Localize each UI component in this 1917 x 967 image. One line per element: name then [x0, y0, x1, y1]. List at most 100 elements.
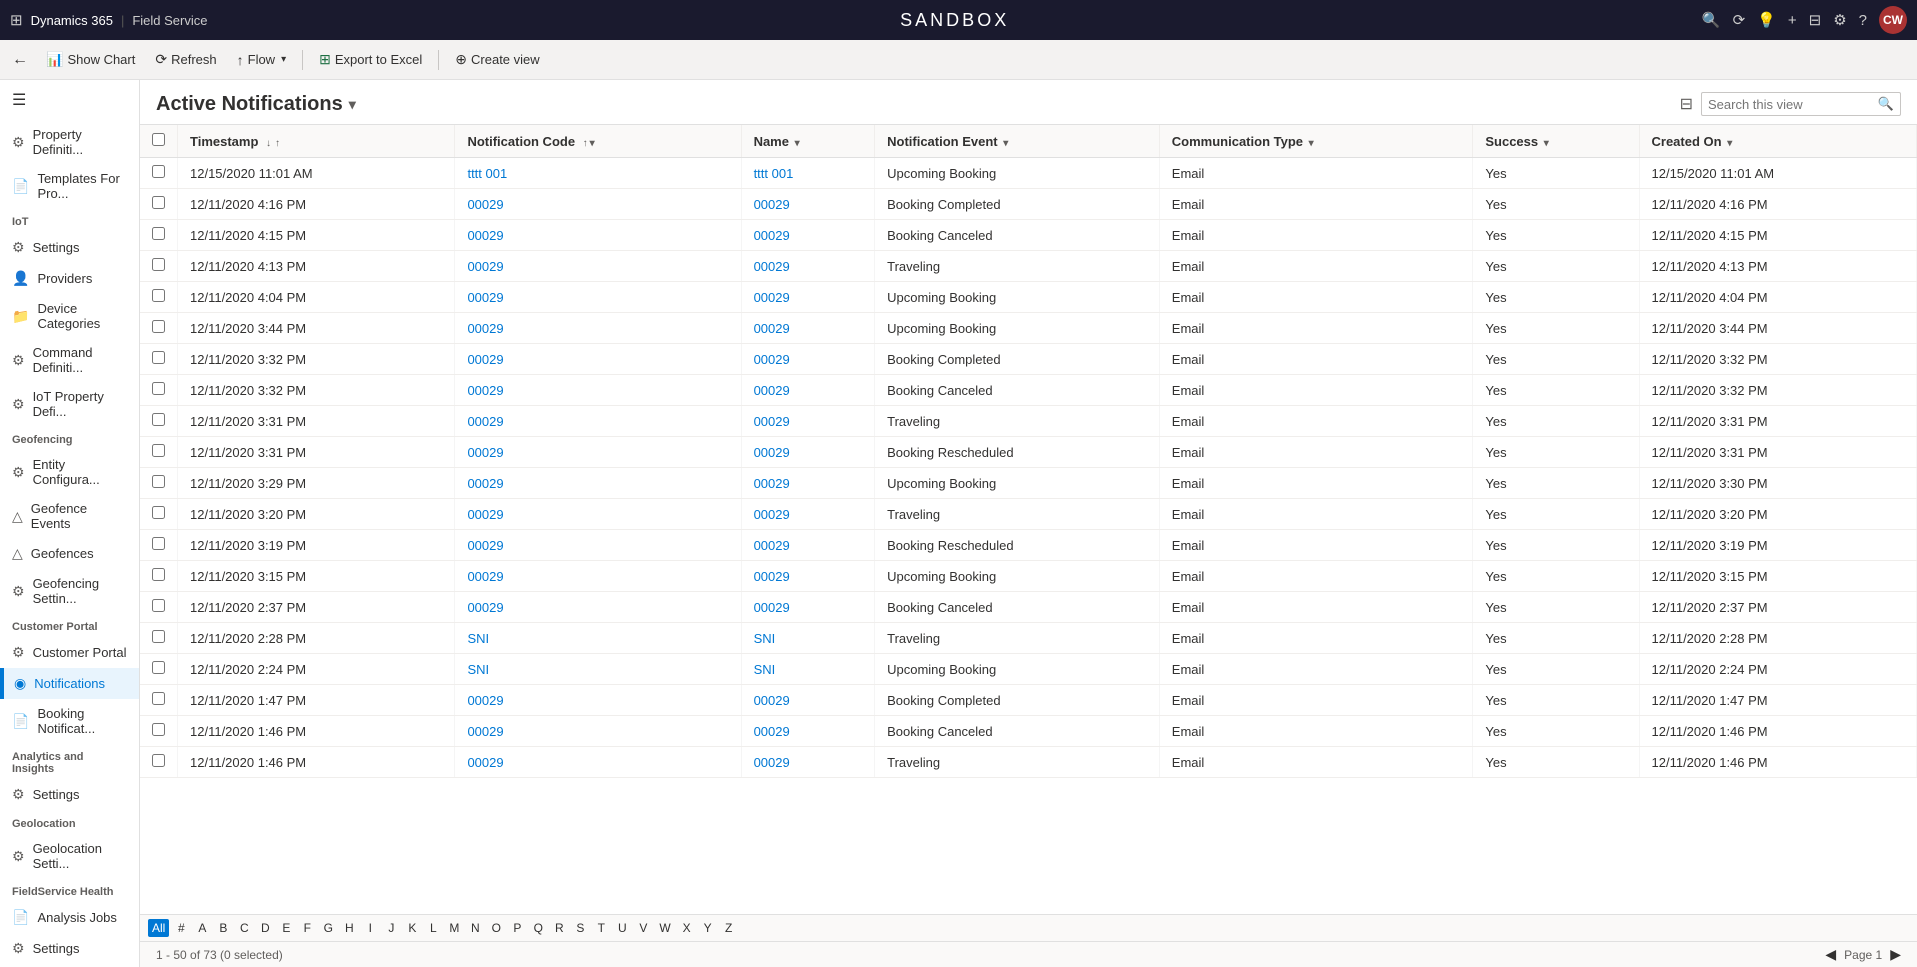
- row-checkbox[interactable]: [140, 158, 178, 189]
- search-input[interactable]: [1708, 97, 1874, 112]
- col-created-on[interactable]: Created On ▾: [1639, 125, 1917, 158]
- row-notification-code[interactable]: 00029: [455, 592, 741, 623]
- sidebar-item-providers[interactable]: 👤 Providers: [0, 263, 139, 294]
- sidebar-item-geofence-events[interactable]: △ Geofence Events: [0, 494, 139, 538]
- row-checkbox[interactable]: [140, 406, 178, 437]
- row-notification-code[interactable]: 00029: [455, 499, 741, 530]
- row-notification-code[interactable]: 00029: [455, 530, 741, 561]
- row-name[interactable]: 00029: [741, 344, 875, 375]
- row-notification-code[interactable]: 00029: [455, 747, 741, 778]
- row-notification-code[interactable]: 00029: [455, 220, 741, 251]
- sidebar-item-iot-property[interactable]: ⚙ IoT Property Defi...: [0, 382, 139, 426]
- sidebar-item-analytics-settings[interactable]: ⚙ Settings: [0, 779, 139, 810]
- back-button[interactable]: ←: [6, 47, 34, 73]
- row-checkbox[interactable]: [140, 344, 178, 375]
- row-notification-code[interactable]: 00029: [455, 716, 741, 747]
- row-name[interactable]: 00029: [741, 561, 875, 592]
- alpha-btn-l[interactable]: L: [424, 919, 442, 937]
- refresh-icon[interactable]: ⟳: [1733, 11, 1746, 29]
- row-checkbox[interactable]: [140, 654, 178, 685]
- row-checkbox[interactable]: [140, 747, 178, 778]
- row-checkbox[interactable]: [140, 220, 178, 251]
- row-name[interactable]: 00029: [741, 592, 875, 623]
- alpha-btn-r[interactable]: R: [550, 919, 568, 937]
- row-checkbox[interactable]: [140, 685, 178, 716]
- create-view-button[interactable]: ⊕ Create view: [447, 47, 547, 72]
- row-checkbox[interactable]: [140, 623, 178, 654]
- alpha-btn-e[interactable]: E: [277, 919, 295, 937]
- alpha-btn-all[interactable]: All: [148, 919, 169, 937]
- filter-icon[interactable]: ⊟: [1809, 11, 1822, 29]
- alpha-btn-u[interactable]: U: [613, 919, 631, 937]
- sidebar-item-fs-settings[interactable]: ⚙ Settings: [0, 933, 139, 964]
- row-notification-code[interactable]: 00029: [455, 406, 741, 437]
- alpha-btn-s[interactable]: S: [571, 919, 589, 937]
- alpha-btn-o[interactable]: O: [487, 919, 505, 937]
- sidebar-item-booking-notif[interactable]: 📄 Booking Notificat...: [0, 699, 139, 743]
- sidebar-item-device-categories[interactable]: 📁 Device Categories: [0, 294, 139, 338]
- prev-page-button[interactable]: ◀: [1825, 946, 1836, 963]
- row-name[interactable]: 00029: [741, 313, 875, 344]
- row-checkbox[interactable]: [140, 592, 178, 623]
- row-notification-code[interactable]: 00029: [455, 313, 741, 344]
- alpha-btn-a[interactable]: A: [193, 919, 211, 937]
- row-name[interactable]: 00029: [741, 406, 875, 437]
- sidebar-item-customer-portal[interactable]: ⚙ Customer Portal: [0, 637, 139, 668]
- sidebar-item-command-def[interactable]: ⚙ Command Definiti...: [0, 338, 139, 382]
- col-communication-type[interactable]: Communication Type ▾: [1159, 125, 1473, 158]
- flow-button[interactable]: ↑ Flow ▾: [229, 48, 294, 72]
- row-name[interactable]: 00029: [741, 716, 875, 747]
- row-name[interactable]: SNI: [741, 654, 875, 685]
- alpha-btn-d[interactable]: D: [256, 919, 274, 937]
- view-title-chevron-icon[interactable]: ▾: [349, 96, 356, 113]
- row-name[interactable]: 00029: [741, 499, 875, 530]
- next-page-button[interactable]: ▶: [1890, 946, 1901, 963]
- sidebar-hamburger[interactable]: ☰: [0, 80, 139, 120]
- sidebar-item-entity-config[interactable]: ⚙ Entity Configura...: [0, 450, 139, 494]
- row-name[interactable]: tttt 001: [741, 158, 875, 189]
- alpha-btn-#[interactable]: #: [172, 919, 190, 937]
- row-checkbox[interactable]: [140, 282, 178, 313]
- search-icon[interactable]: 🔍: [1702, 11, 1721, 29]
- alpha-btn-m[interactable]: M: [445, 919, 463, 937]
- col-notification-event[interactable]: Notification Event ▾: [875, 125, 1160, 158]
- alpha-btn-j[interactable]: J: [382, 919, 400, 937]
- sidebar-item-analysis-jobs[interactable]: 📄 Analysis Jobs: [0, 902, 139, 933]
- alpha-btn-n[interactable]: N: [466, 919, 484, 937]
- refresh-button[interactable]: ⟳ Refresh: [147, 47, 224, 72]
- row-name[interactable]: 00029: [741, 747, 875, 778]
- row-checkbox[interactable]: [140, 716, 178, 747]
- row-notification-code[interactable]: 00029: [455, 685, 741, 716]
- row-notification-code[interactable]: 00029: [455, 561, 741, 592]
- sidebar-item-notifications[interactable]: ◉ Notifications: [0, 668, 139, 699]
- row-name[interactable]: SNI: [741, 623, 875, 654]
- row-notification-code[interactable]: 00029: [455, 282, 741, 313]
- sidebar-item-geolocation-settings[interactable]: ⚙ Geolocation Setti...: [0, 834, 139, 878]
- row-notification-code[interactable]: 00029: [455, 375, 741, 406]
- settings-icon[interactable]: ⚙: [1833, 11, 1846, 29]
- alpha-btn-q[interactable]: Q: [529, 919, 547, 937]
- row-name[interactable]: 00029: [741, 220, 875, 251]
- alpha-btn-g[interactable]: G: [319, 919, 337, 937]
- alpha-btn-x[interactable]: X: [678, 919, 696, 937]
- apps-icon[interactable]: ⊞: [10, 11, 23, 29]
- row-name[interactable]: 00029: [741, 530, 875, 561]
- row-checkbox[interactable]: [140, 530, 178, 561]
- row-checkbox[interactable]: [140, 499, 178, 530]
- view-filter-icon[interactable]: ⊟: [1680, 94, 1693, 114]
- row-notification-code[interactable]: SNI: [455, 654, 741, 685]
- alpha-btn-k[interactable]: K: [403, 919, 421, 937]
- help-icon[interactable]: ?: [1859, 12, 1867, 29]
- alpha-btn-y[interactable]: Y: [699, 919, 717, 937]
- sidebar-item-geofences[interactable]: △ Geofences: [0, 538, 139, 569]
- row-notification-code[interactable]: 00029: [455, 468, 741, 499]
- row-checkbox[interactable]: [140, 437, 178, 468]
- alpha-btn-b[interactable]: B: [214, 919, 232, 937]
- sidebar-item-templates-pro[interactable]: 📄 Templates For Pro...: [0, 164, 139, 208]
- alpha-btn-t[interactable]: T: [592, 919, 610, 937]
- alpha-btn-v[interactable]: V: [634, 919, 652, 937]
- row-notification-code[interactable]: 00029: [455, 189, 741, 220]
- row-name[interactable]: 00029: [741, 685, 875, 716]
- lightbulb-icon[interactable]: 💡: [1757, 11, 1776, 29]
- alpha-btn-c[interactable]: C: [235, 919, 253, 937]
